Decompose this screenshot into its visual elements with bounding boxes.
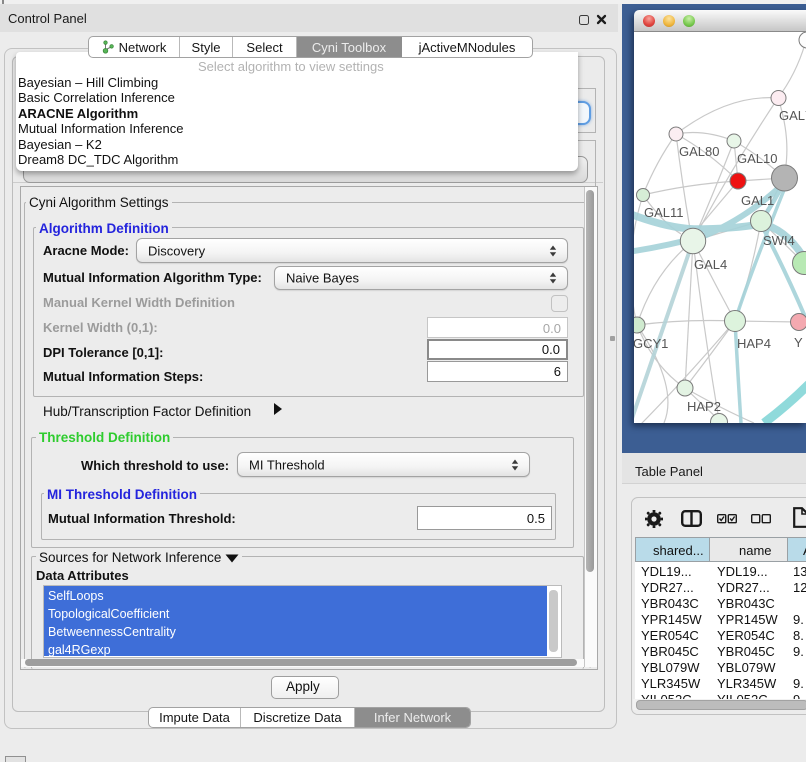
svg-text:GAL80: GAL80 <box>679 144 719 159</box>
svg-text:GAL4: GAL4 <box>694 257 727 272</box>
svg-text:HAP4: HAP4 <box>737 336 771 351</box>
svg-text:Y: Y <box>794 335 803 350</box>
svg-text:GAL11: GAL11 <box>644 205 684 220</box>
svg-text:GAL7: GAL7 <box>779 108 806 123</box>
svg-text:GCY1: GCY1 <box>634 336 668 351</box>
svg-text:GAL10: GAL10 <box>737 151 777 166</box>
svg-text:HAP2: HAP2 <box>687 399 721 414</box>
svg-text:SWI4: SWI4 <box>763 233 795 248</box>
svg-text:GAL1: GAL1 <box>741 193 774 208</box>
